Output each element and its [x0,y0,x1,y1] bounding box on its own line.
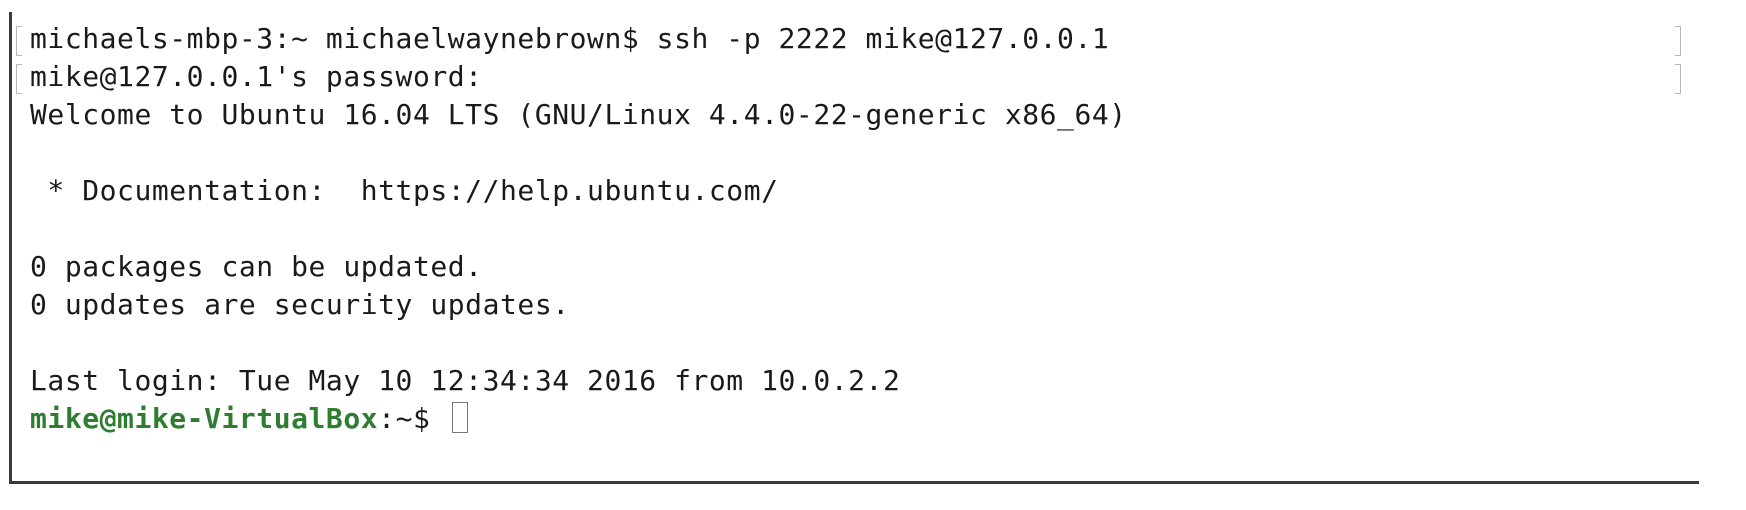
terminal-line-security-updates: 0 updates are security updates. [30,288,570,321]
prompt-user-host: mike@mike-VirtualBox [30,402,379,435]
terminal-line-password-prompt: mike@127.0.0.1's password: [30,60,483,93]
selection-bracket-left [16,64,22,94]
terminal-line-welcome: Welcome to Ubuntu 16.04 LTS (GNU/Linux 4… [30,98,1127,131]
prompt-path: :~$ [378,402,448,435]
terminal-line-packages: 0 packages can be updated. [30,250,483,283]
terminal-window[interactable]: michaels-mbp-3:~ michaelwaynebrown$ ssh … [9,12,1699,484]
terminal-line-last-login: Last login: Tue May 10 12:34:34 2016 fro… [30,364,901,397]
selection-bracket-right [1675,64,1681,94]
text-cursor[interactable] [451,402,468,433]
selection-bracket-left [16,26,22,56]
terminal-line-documentation: * Documentation: https://help.ubuntu.com… [30,174,779,207]
selection-bracket-right [1675,26,1681,56]
shell-prompt-line[interactable]: mike@mike-VirtualBox:~$ [30,402,468,436]
terminal-line-ssh-command: michaels-mbp-3:~ michaelwaynebrown$ ssh … [30,22,1110,55]
